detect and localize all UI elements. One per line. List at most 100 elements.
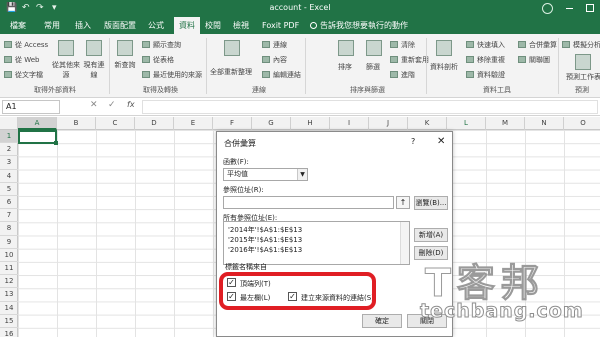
row-header[interactable]: 10 xyxy=(0,249,18,262)
data-validation-button[interactable]: 資料驗證 xyxy=(466,70,505,80)
row-header[interactable]: 4 xyxy=(0,170,18,183)
clear-icon xyxy=(390,41,398,48)
enter-icon[interactable]: ✓ xyxy=(108,100,116,110)
row-header[interactable]: 2 xyxy=(0,143,18,157)
tab-file[interactable]: 檔案 xyxy=(10,17,26,34)
maximize-icon[interactable] xyxy=(586,4,594,12)
chevron-down-icon: ▼ xyxy=(297,169,307,180)
row-header[interactable]: 1 xyxy=(0,130,18,144)
reapply-button[interactable]: 重新套用 xyxy=(390,55,429,65)
row-header[interactable]: 9 xyxy=(0,236,18,249)
column-header[interactable]: G xyxy=(252,117,291,130)
tab-foxit-pdf[interactable]: Foxit PDF xyxy=(262,17,299,34)
tab-formulas[interactable]: 公式 xyxy=(148,17,164,34)
clear-button[interactable]: 清除 xyxy=(390,40,415,50)
row-header[interactable]: 14 xyxy=(0,302,18,315)
remove-duplicates-button[interactable]: 移除重複 xyxy=(466,55,505,65)
filter-icon[interactable] xyxy=(366,40,382,56)
column-header[interactable]: F xyxy=(213,117,252,130)
show-queries-button[interactable]: 顯示查詢 xyxy=(142,40,181,50)
properties-button[interactable]: 內容 xyxy=(262,55,287,65)
add-button[interactable]: 新增(A) xyxy=(414,228,448,242)
row-header[interactable]: 8 xyxy=(0,222,18,236)
active-cell[interactable] xyxy=(18,130,58,145)
all-references-list[interactable]: '2014年'!$A$1:$E$13 '2015年'!$A$1:$E$13 '2… xyxy=(223,221,410,265)
cancel-icon[interactable]: ✕ xyxy=(90,100,98,110)
column-header[interactable]: M xyxy=(486,117,525,130)
column-header[interactable]: L xyxy=(447,117,486,130)
row-header[interactable]: 16 xyxy=(0,328,18,337)
from-other-sources-button[interactable]: 從其他來源 xyxy=(52,60,80,80)
column-header[interactable]: A xyxy=(18,117,57,130)
column-header[interactable]: D xyxy=(135,117,174,130)
list-item[interactable]: '2015年'!$A$1:$E$13 xyxy=(228,235,302,245)
tab-data[interactable]: 資料 xyxy=(174,17,200,34)
tab-page-layout[interactable]: 版面配置 xyxy=(104,17,136,34)
tab-home[interactable]: 常用 xyxy=(44,17,60,34)
advanced-button[interactable]: 進階 xyxy=(390,70,415,80)
list-item[interactable]: '2014年'!$A$1:$E$13 xyxy=(228,225,302,235)
existing-connections-button[interactable]: 現有連線 xyxy=(82,60,106,80)
row-header[interactable]: 12 xyxy=(0,275,18,289)
row-header[interactable]: 15 xyxy=(0,315,18,328)
filter-button[interactable]: 篩選 xyxy=(366,62,380,72)
new-query-icon[interactable] xyxy=(117,40,133,56)
column-header[interactable]: O xyxy=(564,117,600,130)
list-item[interactable]: '2016年'!$A$1:$E$13 xyxy=(228,245,302,255)
account-icon[interactable] xyxy=(542,3,553,14)
row-header[interactable]: 7 xyxy=(0,209,18,223)
flash-fill-button[interactable]: 快速填入 xyxy=(466,40,505,50)
refresh-all-icon[interactable] xyxy=(224,40,240,56)
sort-button[interactable]: 排序 xyxy=(338,62,352,72)
what-if-analysis-button[interactable]: 模擬分析 xyxy=(562,40,600,50)
column-header[interactable]: K xyxy=(408,117,447,130)
consolidate-button[interactable]: 合併彙算 xyxy=(518,40,557,50)
text-to-columns-button[interactable]: 資料剖析 xyxy=(430,62,458,72)
close-icon[interactable]: ✕ xyxy=(437,136,445,147)
existing-connections-icon[interactable] xyxy=(86,40,102,56)
minimize-icon[interactable] xyxy=(566,8,573,9)
relationships-button[interactable]: 關聯圖 xyxy=(518,55,550,65)
from-web-button[interactable]: 從 Web xyxy=(4,55,40,65)
insert-function-button[interactable]: fx xyxy=(127,100,135,109)
collapse-dialog-icon[interactable]: ↑ xyxy=(396,196,410,209)
other-sources-icon[interactable] xyxy=(58,40,74,56)
text-to-columns-icon[interactable] xyxy=(436,40,452,56)
column-header[interactable]: H xyxy=(291,117,330,130)
column-header[interactable]: C xyxy=(96,117,135,130)
tab-view[interactable]: 檢視 xyxy=(233,17,249,34)
forecast-sheet-button[interactable]: 預測工作表 xyxy=(566,72,600,82)
relationships-icon xyxy=(518,56,526,63)
reference-input[interactable] xyxy=(223,196,394,209)
row-header[interactable]: 3 xyxy=(0,156,18,170)
column-header[interactable]: J xyxy=(369,117,408,130)
formula-input[interactable] xyxy=(142,100,598,114)
row-header[interactable]: 5 xyxy=(0,183,18,196)
refresh-all-button[interactable]: 全部重新整理 xyxy=(210,67,252,77)
forecast-sheet-icon[interactable] xyxy=(575,54,591,70)
new-query-button[interactable]: 新查詢 xyxy=(113,60,137,70)
edit-links-button[interactable]: 編輯連結 xyxy=(262,70,301,80)
row-header[interactable]: 13 xyxy=(0,288,18,302)
function-select[interactable]: 平均值 ▼ xyxy=(223,168,308,181)
row-header[interactable]: 11 xyxy=(0,262,18,276)
sort-icon[interactable] xyxy=(338,40,354,56)
column-header[interactable]: N xyxy=(525,117,564,130)
select-all-corner[interactable] xyxy=(0,117,18,130)
recent-sources-button[interactable]: 最近使用的來源 xyxy=(142,70,202,80)
from-access-button[interactable]: 從 Access xyxy=(4,40,48,50)
name-box[interactable]: A1 xyxy=(2,100,60,114)
column-header[interactable]: E xyxy=(174,117,213,130)
tab-insert[interactable]: 插入 xyxy=(75,17,91,34)
help-button[interactable]: ? xyxy=(411,137,415,146)
browse-button[interactable]: 瀏覽(B)... xyxy=(414,196,448,210)
ok-button[interactable]: 確定 xyxy=(362,314,402,328)
from-text-button[interactable]: 從文字檔 xyxy=(4,70,43,80)
column-header[interactable]: I xyxy=(330,117,369,130)
column-header[interactable]: B xyxy=(57,117,96,130)
from-table-button[interactable]: 從表格 xyxy=(142,55,174,65)
connections-button[interactable]: 連線 xyxy=(262,40,287,50)
tell-me-box[interactable]: 告訴我您想要執行的動作 xyxy=(310,17,408,34)
row-header[interactable]: 6 xyxy=(0,196,18,210)
tab-review[interactable]: 校閱 xyxy=(205,17,221,34)
